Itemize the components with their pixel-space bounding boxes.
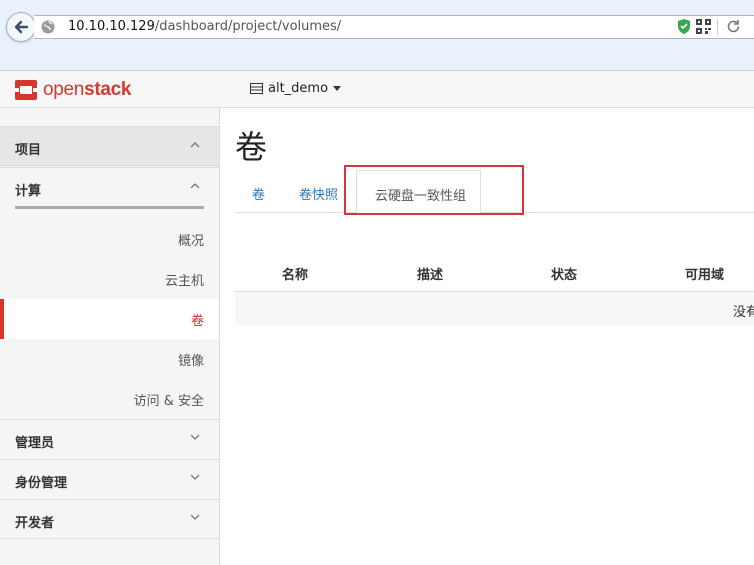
column-header-description[interactable]: 描述 <box>417 264 443 283</box>
sidebar-item-access-security[interactable]: 访问 & 安全 <box>0 379 219 419</box>
sidebar-item-label: 卷 <box>190 314 204 329</box>
annotation-highlight-box <box>344 165 524 215</box>
sidebar-item-label: 概况 <box>177 234 204 249</box>
column-header-name[interactable]: 名称 <box>282 264 308 283</box>
sidebar: 项目 计算 概况 云主机 卷 镜像 访问 & 安全 管理员 身份管理 开发者 <box>0 108 220 565</box>
sidebar-section-label: 计算 <box>15 184 42 199</box>
sidebar-item-images[interactable]: 镜像 <box>0 339 219 379</box>
server-icon <box>250 83 263 94</box>
sidebar-item-label: 访问 & 安全 <box>133 394 204 409</box>
shield-icon[interactable] <box>676 18 692 35</box>
sidebar-item-label: 镜像 <box>177 354 204 369</box>
caret-down-icon <box>333 85 342 91</box>
sidebar-section-label: 项目 <box>15 143 42 158</box>
empty-table-text: 没有 <box>733 305 754 320</box>
table-header: 名称 描述 状态 可用域 <box>235 258 754 293</box>
sidebar-section-admin[interactable]: 管理员 <box>0 419 219 459</box>
url-text: 10.10.10.129/dashboard/project/volumes/ <box>68 19 342 34</box>
openstack-logo-text: openstack <box>43 79 132 100</box>
sidebar-section-project[interactable]: 项目 <box>0 126 219 166</box>
tab-label: 卷快照 <box>299 188 339 203</box>
sidebar-item-overview[interactable]: 概况 <box>0 219 219 259</box>
back-button[interactable] <box>6 12 36 42</box>
project-selector[interactable]: alt_demo <box>250 81 342 96</box>
address-bar[interactable]: 10.10.10.129/dashboard/project/volumes/ <box>34 15 754 39</box>
chevron-down-icon <box>190 434 200 440</box>
section-underline <box>15 206 204 209</box>
sidebar-item-volumes[interactable]: 卷 <box>0 299 219 339</box>
openstack-logo-icon <box>15 80 37 100</box>
sidebar-section-label: 身份管理 <box>15 476 68 491</box>
chevron-up-icon <box>190 142 200 148</box>
project-name: alt_demo <box>268 81 329 96</box>
chevron-down-icon <box>190 514 200 520</box>
column-header-availability-zone[interactable]: 可用域 <box>685 264 724 283</box>
chevron-up-icon <box>190 183 200 189</box>
openstack-logo[interactable]: openstack <box>15 79 131 101</box>
qr-code-icon[interactable] <box>696 19 711 34</box>
sidebar-section-label: 管理员 <box>15 436 55 451</box>
table-empty-row: 没有 <box>235 292 754 325</box>
sidebar-item-label: 云主机 <box>164 274 204 289</box>
column-header-status[interactable]: 状态 <box>551 264 577 283</box>
page-title: 卷 <box>235 128 268 166</box>
reload-icon[interactable] <box>726 19 741 34</box>
browser-toolbar: 10.10.10.129/dashboard/project/volumes/ <box>0 0 754 71</box>
openstack-header: openstack alt_demo <box>0 71 754 108</box>
sidebar-item-instances[interactable]: 云主机 <box>0 259 219 299</box>
globe-icon <box>41 20 55 34</box>
chevron-down-icon <box>190 474 200 480</box>
back-arrow-icon <box>14 20 29 34</box>
tab-label: 卷 <box>252 188 266 203</box>
sidebar-section-developer[interactable]: 开发者 <box>0 499 219 539</box>
sidebar-section-compute[interactable]: 计算 <box>0 167 219 211</box>
sidebar-section-label: 开发者 <box>15 516 55 531</box>
toolbar-separator <box>717 19 718 35</box>
sidebar-section-identity[interactable]: 身份管理 <box>0 459 219 499</box>
